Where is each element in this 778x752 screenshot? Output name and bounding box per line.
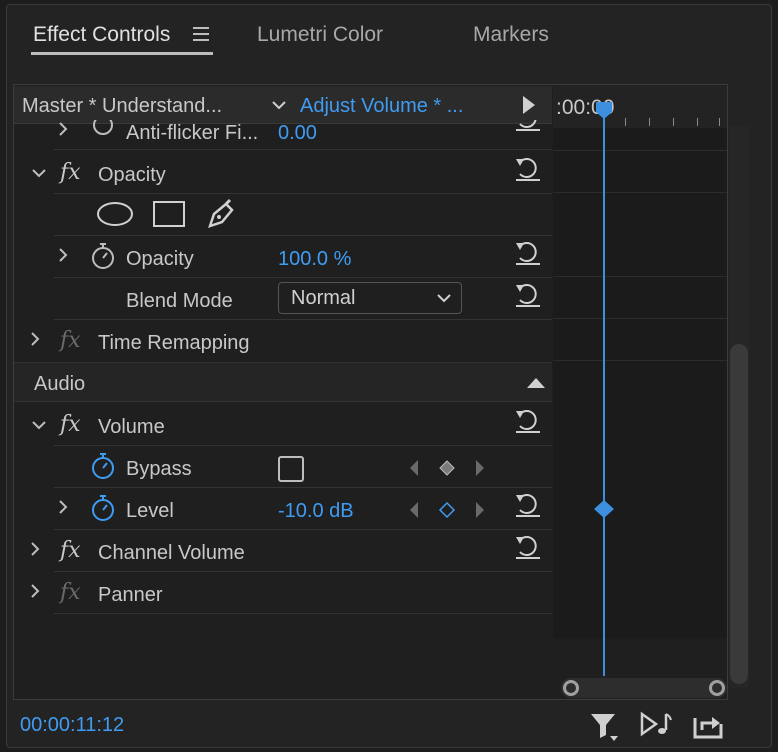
audio-section-label: Audio	[34, 373, 86, 395]
level-keyframe[interactable]	[593, 499, 615, 519]
collapse-triangle-icon[interactable]	[527, 378, 545, 388]
fx-icon-disabled: fx	[60, 328, 81, 353]
current-timecode[interactable]: 00:00:11:12	[20, 714, 124, 737]
reset-icon[interactable]	[514, 408, 542, 434]
reset-icon[interactable]	[514, 534, 542, 560]
chevron-down-icon[interactable]	[32, 168, 46, 178]
tab-lumetri-color[interactable]: Lumetri Color	[257, 23, 383, 47]
reset-icon[interactable]	[514, 492, 542, 518]
tab-markers[interactable]: Markers	[473, 23, 549, 47]
fx-icon[interactable]: fx	[60, 538, 81, 563]
opacity-effect-row[interactable]: fx Opacity	[14, 152, 552, 194]
volume-effect-row[interactable]: fx Volume	[14, 404, 552, 446]
blend-mode-label: Blend Mode	[126, 290, 233, 312]
stopwatch-icon[interactable]	[92, 120, 114, 136]
level-row: Level -10.0 dB	[14, 488, 552, 530]
fx-icon-disabled: fx	[60, 580, 81, 605]
audio-section-header[interactable]: Audio	[14, 362, 552, 402]
clip-header: Master * Understand... Adjust Volume * .…	[14, 86, 552, 124]
rectangle-mask-icon[interactable]	[152, 200, 186, 228]
antiflicker-label: Anti-flicker Fi...	[126, 122, 259, 144]
antiflicker-value[interactable]: 0.00	[278, 122, 317, 145]
filter-icon[interactable]	[588, 710, 620, 742]
chevron-down-icon[interactable]	[270, 96, 288, 114]
bypass-row: Bypass	[14, 446, 552, 488]
play-triangle-icon[interactable]	[523, 96, 535, 114]
time-remapping-row[interactable]: fx Time Remapping	[14, 320, 552, 362]
chevron-down-icon[interactable]	[32, 420, 46, 430]
reset-icon[interactable]	[514, 240, 542, 266]
panner-row[interactable]: fx Panner	[14, 572, 552, 614]
add-keyframe-button	[438, 501, 456, 519]
chevron-right-icon[interactable]	[30, 584, 40, 598]
chevron-right-icon[interactable]	[58, 500, 68, 514]
chevron-down-icon	[437, 294, 451, 303]
mini-timeline: :00:00	[553, 86, 727, 698]
panner-label: Panner	[98, 584, 163, 606]
blend-mode-dropdown[interactable]: Normal	[278, 282, 462, 314]
hamburger-menu-icon[interactable]	[193, 27, 209, 41]
chevron-right-icon[interactable]	[58, 248, 68, 262]
fx-icon[interactable]: fx	[60, 160, 81, 185]
master-clip-label[interactable]: Master * Understand...	[22, 95, 222, 118]
volume-effect-label: Volume	[98, 416, 165, 438]
tab-bar: Effect Controls Lumetri Color Markers	[7, 5, 771, 61]
opacity-value[interactable]: 100.0 %	[278, 248, 351, 271]
active-tab-underline	[31, 52, 213, 55]
reset-icon[interactable]	[514, 156, 542, 182]
level-label: Level	[126, 500, 174, 522]
keyframe-navigator	[410, 501, 484, 519]
reset-icon[interactable]	[514, 282, 542, 308]
time-remapping-label: Time Remapping	[98, 332, 250, 354]
sequence-clip-label[interactable]: Adjust Volume * ...	[300, 95, 463, 118]
mask-tools-row	[14, 194, 552, 236]
chevron-right-icon[interactable]	[58, 122, 68, 136]
chevron-right-icon[interactable]	[30, 542, 40, 556]
timeline-ruler[interactable]: :00:00	[553, 86, 727, 128]
fx-icon[interactable]: fx	[60, 412, 81, 437]
bypass-label: Bypass	[126, 458, 192, 480]
opacity-effect-label: Opacity	[98, 164, 166, 186]
stopwatch-icon-active[interactable]	[90, 452, 116, 480]
channel-volume-label: Channel Volume	[98, 542, 245, 564]
ellipse-mask-icon[interactable]	[96, 200, 134, 228]
next-keyframe-button	[476, 502, 484, 518]
blend-mode-row: Blend Mode Normal	[14, 278, 552, 320]
channel-volume-row[interactable]: fx Channel Volume	[14, 530, 552, 572]
bypass-checkbox[interactable]	[278, 456, 304, 482]
keyframe-navigator	[410, 460, 484, 476]
vertical-scrollbar[interactable]	[729, 126, 749, 688]
timeline-track-area[interactable]	[553, 128, 727, 638]
antiflicker-row: Anti-flicker Fi... 0.00	[14, 120, 552, 150]
timeline-zoom-scrollbar[interactable]	[561, 678, 727, 698]
export-icon[interactable]	[692, 710, 724, 740]
playhead-line[interactable]	[603, 104, 605, 676]
pen-mask-icon[interactable]	[206, 198, 238, 230]
vertical-scrollbar-thumb[interactable]	[730, 344, 748, 684]
zoom-handle-left[interactable]	[563, 680, 579, 696]
stopwatch-icon[interactable]	[90, 242, 116, 270]
blend-mode-value: Normal	[291, 287, 356, 309]
prev-keyframe-button	[410, 502, 418, 518]
opacity-param-row: Opacity 100.0 %	[14, 236, 552, 278]
tab-effect-controls[interactable]: Effect Controls	[33, 23, 170, 47]
play-audio-icon[interactable]	[638, 710, 674, 738]
zoom-handle-right[interactable]	[709, 680, 725, 696]
stopwatch-icon-active[interactable]	[90, 494, 116, 522]
level-value[interactable]: -10.0 dB	[278, 500, 354, 523]
reset-icon[interactable]	[514, 120, 542, 132]
opacity-param-label: Opacity	[126, 248, 194, 270]
chevron-right-icon[interactable]	[30, 332, 40, 346]
